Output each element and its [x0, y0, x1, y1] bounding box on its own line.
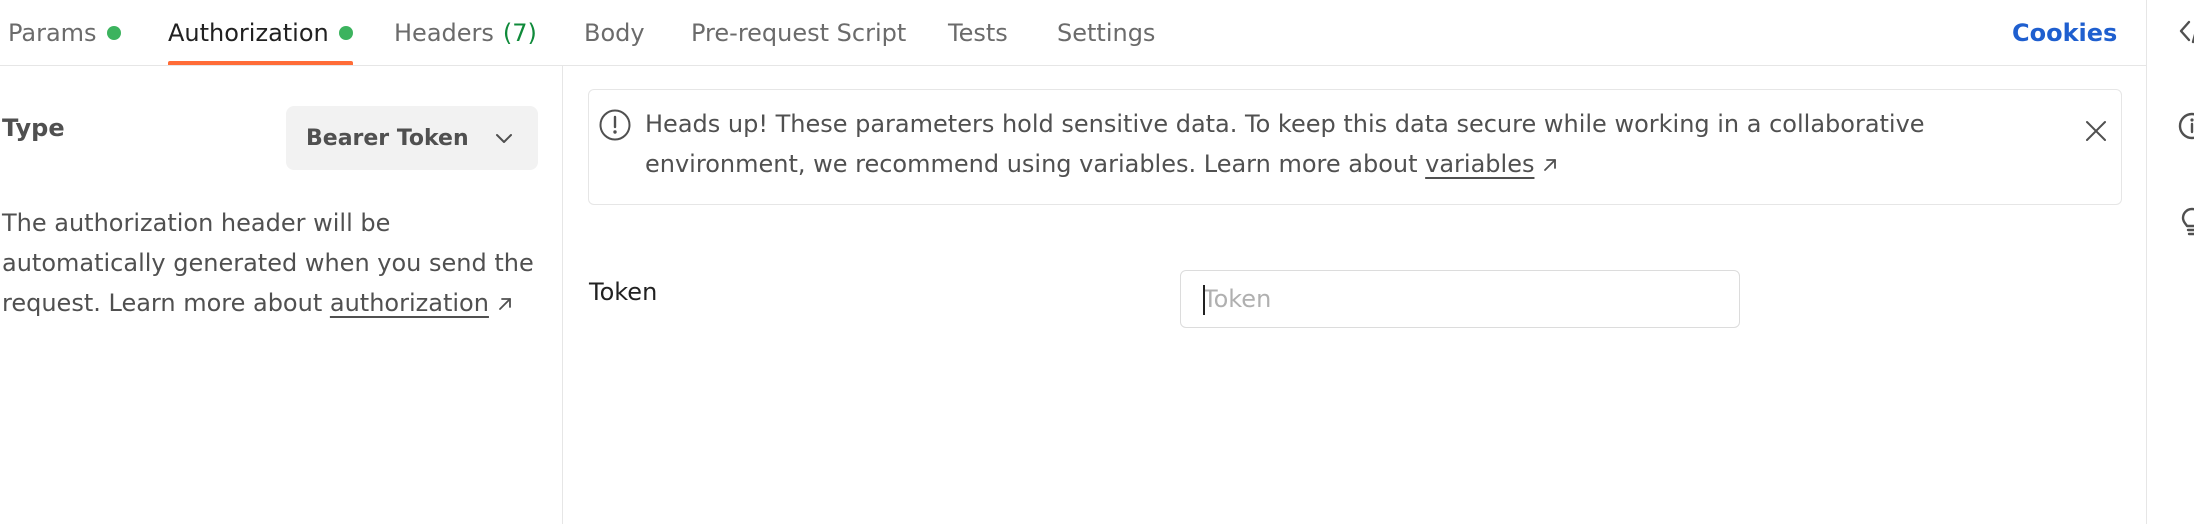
external-link-arrow-icon: [1544, 159, 1557, 171]
token-label: Token: [589, 278, 658, 306]
auth-description: The authorization header will be automat…: [2, 203, 542, 323]
tab-tests[interactable]: Tests: [948, 0, 1008, 65]
status-dot: [106, 25, 121, 40]
tab-label: Body: [584, 18, 645, 47]
sensitive-data-alert: Heads up! These parameters hold sensitiv…: [588, 89, 2122, 205]
tab-headers[interactable]: Headers (7): [394, 0, 537, 65]
external-link-arrow-icon: [499, 298, 511, 310]
tab-params[interactable]: Params: [8, 0, 121, 65]
variables-link[interactable]: variables: [1425, 150, 1534, 178]
tab-label: Authorization: [168, 18, 329, 47]
tab-label: Pre-request Script: [691, 18, 907, 47]
alert-text: Heads up! These parameters hold sensitiv…: [645, 110, 1925, 178]
tab-pre-request-script[interactable]: Pre-request Script: [691, 0, 906, 65]
tab-settings[interactable]: Settings: [1057, 0, 1155, 65]
auth-type-select[interactable]: Bearer Token: [286, 106, 538, 170]
info-icon[interactable]: [2177, 111, 2194, 141]
type-label: Type: [2, 114, 65, 142]
status-dot: [338, 25, 353, 40]
request-tab-bar: Params Authorization Headers (7) Body Pr…: [0, 0, 2146, 66]
tab-label: Headers: [394, 18, 494, 47]
exclamation-circle-icon: [599, 109, 631, 141]
chevron-down-icon: [496, 134, 512, 143]
alert-message: Heads up! These parameters hold sensitiv…: [645, 104, 2045, 184]
tab-label: Settings: [1057, 18, 1156, 47]
tab-count-badge: (7): [502, 18, 537, 47]
auth-type-value: Bearer Token: [306, 125, 469, 151]
token-input[interactable]: [1180, 270, 1740, 328]
tab-authorization[interactable]: Authorization: [168, 0, 353, 65]
tab-body[interactable]: Body: [584, 0, 645, 65]
tab-label: Tests: [948, 18, 1008, 47]
tab-label: Params: [8, 18, 97, 47]
right-sidebar: [2146, 0, 2194, 524]
cookies-link[interactable]: Cookies: [2012, 0, 2117, 65]
text-cursor: [1203, 285, 1205, 315]
code-icon[interactable]: [2177, 16, 2194, 46]
lightbulb-icon[interactable]: [2177, 206, 2194, 236]
close-icon[interactable]: [2083, 118, 2109, 144]
authorization-link[interactable]: authorization: [330, 289, 489, 317]
